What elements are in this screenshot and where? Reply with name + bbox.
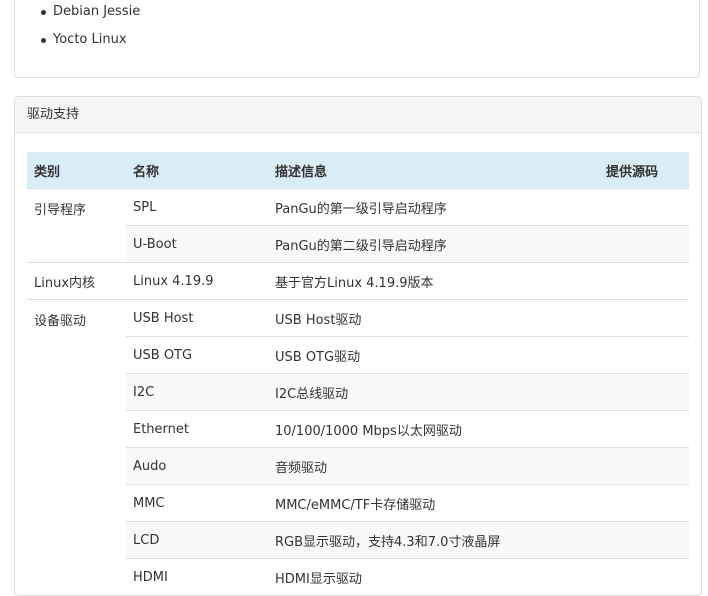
column-header-category: 类别 <box>27 152 126 189</box>
description-cell: PanGu的第一级引导启动程序 <box>268 188 599 226</box>
name-cell: USB OTG <box>126 336 268 374</box>
source-cell <box>599 336 689 374</box>
list-item: Yocto Linux <box>41 26 140 54</box>
description-cell: USB Host驱动 <box>268 299 599 337</box>
os-panel: Debian Jessie Yocto Linux <box>14 0 700 78</box>
source-cell <box>599 447 689 485</box>
name-cell: USB Host <box>126 299 268 337</box>
source-cell <box>599 410 689 448</box>
table-row: LCD RGB显示驱动，支持4.3和7.0寸液晶屏 <box>27 521 689 559</box>
source-cell <box>599 262 689 300</box>
table-row: USB OTG USB OTG驱动 <box>27 336 689 374</box>
category-cell: 设备驱动 <box>27 299 126 595</box>
name-cell: MMC <box>126 484 268 522</box>
source-cell <box>599 188 689 226</box>
name-cell: I2C <box>126 373 268 411</box>
list-item: Debian Jessie <box>41 0 140 26</box>
description-cell: PanGu的第二级引导启动程序 <box>268 225 599 263</box>
table-row: Ethernet 10/100/1000 Mbps以太网驱动 <box>27 410 689 448</box>
source-cell <box>599 558 689 595</box>
table-row: I2C I2C总线驱动 <box>27 373 689 411</box>
table-row: HDMI HDMI显示驱动 <box>27 558 689 595</box>
description-cell: MMC/eMMC/TF卡存储驱动 <box>268 484 599 522</box>
category-cell: Linux内核 <box>27 262 126 300</box>
column-header-source: 提供源码 <box>599 152 689 189</box>
driver-table: 类别 名称 描述信息 提供源码 引导程序 SPL PanGu的第一级引导启动程序… <box>27 152 689 595</box>
description-cell: 10/100/1000 Mbps以太网驱动 <box>268 410 599 448</box>
description-cell: HDMI显示驱动 <box>268 558 599 595</box>
name-cell: Ethernet <box>126 410 268 448</box>
panel-title: 驱动支持 <box>15 97 701 133</box>
driver-support-panel: 驱动支持 类别 名称 描述信息 提供源码 引导程序 SPL PanGu的第一级引… <box>14 96 702 596</box>
name-cell: HDMI <box>126 558 268 595</box>
table-row: 引导程序 SPL PanGu的第一级引导启动程序 <box>27 188 689 263</box>
table-row: U-Boot PanGu的第二级引导启动程序 <box>27 225 689 263</box>
table-row: MMC MMC/eMMC/TF卡存储驱动 <box>27 484 689 522</box>
source-cell <box>599 373 689 411</box>
column-header-description: 描述信息 <box>268 152 599 189</box>
source-cell <box>599 225 689 263</box>
name-cell: U-Boot <box>126 225 268 263</box>
table-row: Audo 音频驱动 <box>27 447 689 485</box>
category-cell: 引导程序 <box>27 188 126 263</box>
description-cell: I2C总线驱动 <box>268 373 599 411</box>
description-cell: USB OTG驱动 <box>268 336 599 374</box>
name-cell: Linux 4.19.9 <box>126 262 268 300</box>
source-cell <box>599 484 689 522</box>
table-row: 设备驱动 USB Host USB Host驱动 <box>27 299 689 595</box>
name-cell: Audo <box>126 447 268 485</box>
os-list: Debian Jessie Yocto Linux <box>41 0 140 54</box>
name-cell: SPL <box>126 188 268 226</box>
column-header-name: 名称 <box>126 152 268 189</box>
description-cell: 基于官方Linux 4.19.9版本 <box>268 262 599 300</box>
table-row: Linux内核 Linux 4.19.9 基于官方Linux 4.19.9版本 <box>27 262 689 300</box>
name-cell: LCD <box>126 521 268 559</box>
source-cell <box>599 299 689 337</box>
table-header-row: 类别 名称 描述信息 提供源码 <box>27 152 689 189</box>
description-cell: RGB显示驱动，支持4.3和7.0寸液晶屏 <box>268 521 599 559</box>
source-cell <box>599 521 689 559</box>
description-cell: 音频驱动 <box>268 447 599 485</box>
